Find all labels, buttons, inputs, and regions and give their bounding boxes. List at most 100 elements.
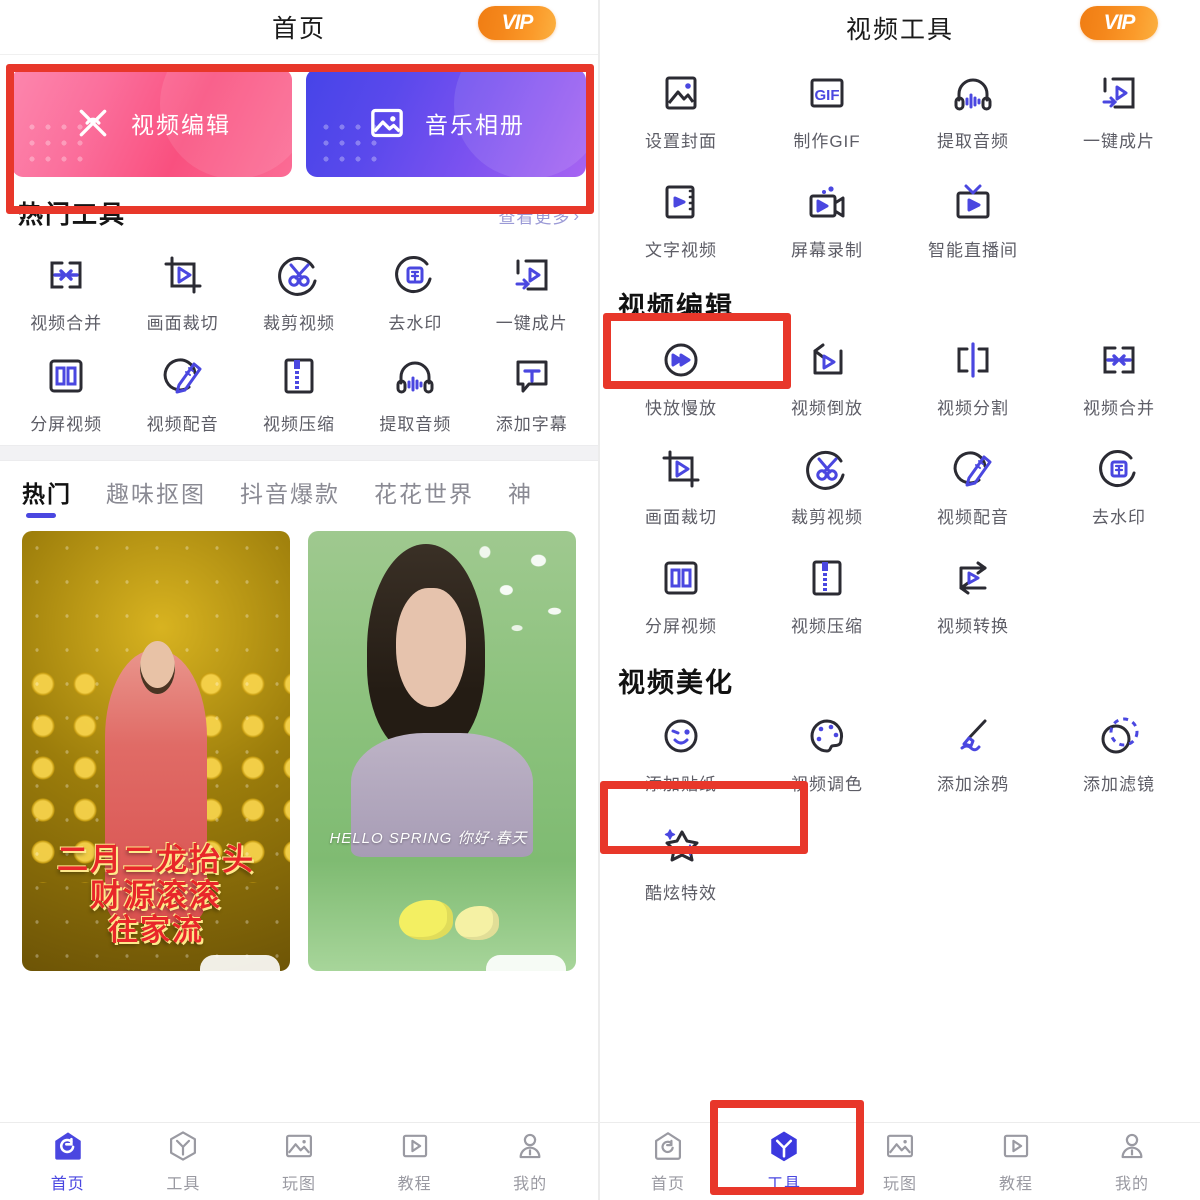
vip-badge[interactable]: VIP xyxy=(1080,6,1158,40)
group-title-video-edit: 视频编辑 xyxy=(618,292,734,322)
tool-label: 酷炫特效 xyxy=(645,884,717,903)
nav-item-tutorial[interactable]: 教程 xyxy=(970,1129,1062,1194)
section-divider xyxy=(0,445,598,461)
vip-badge[interactable]: VIP xyxy=(478,6,556,40)
tool-label: 视频合并 xyxy=(1083,399,1155,418)
tool-speed[interactable]: 快放慢放 xyxy=(608,336,754,419)
banner-music-album[interactable]: 音乐相册 xyxy=(306,69,586,177)
tool-screen-record[interactable]: 屏幕录制 xyxy=(754,178,900,261)
tool-trim-video[interactable]: 裁剪视频 xyxy=(754,445,900,528)
nav-item-tools[interactable]: 工具 xyxy=(137,1129,229,1194)
video-beautify-grid: 添加贴纸 视频调色 添加涂鸦 添加滤镜 酷炫特效 xyxy=(600,702,1200,914)
nav-label: 首页 xyxy=(50,1176,85,1193)
split-icon xyxy=(949,336,997,384)
tab-more[interactable]: 神 xyxy=(508,475,533,521)
tool-label: 提取音频 xyxy=(937,132,1009,151)
tool-one-key-film[interactable]: 一键成片 xyxy=(1046,69,1192,152)
banner-video-edit[interactable]: 视频编辑 xyxy=(12,69,292,177)
nav-item-mine[interactable]: 我的 xyxy=(1086,1129,1178,1194)
nav-item-playpic[interactable]: 玩图 xyxy=(253,1129,345,1194)
tool-label: 画面裁切 xyxy=(645,508,717,527)
play-frame-icon xyxy=(398,1129,432,1163)
tool-add-subtitle[interactable]: 添加字幕 xyxy=(474,352,590,435)
card-action-chip[interactable] xyxy=(200,955,280,971)
tool-merge-video[interactable]: 视频合并 xyxy=(1046,336,1192,419)
tool-remove-watermark[interactable]: 去水印 xyxy=(357,251,473,334)
nav-item-tools[interactable]: 工具 xyxy=(738,1129,830,1194)
nav-item-playpic[interactable]: 玩图 xyxy=(854,1129,946,1194)
tab-fun-cutout[interactable]: 趣味抠图 xyxy=(106,475,206,521)
tool-extract-audio[interactable]: 提取音频 xyxy=(357,352,473,435)
tool-label: 视频合并 xyxy=(30,314,103,333)
tool-reverse[interactable]: 视频倒放 xyxy=(754,336,900,419)
tool-label: 一键成片 xyxy=(1083,132,1155,151)
nav-label: 玩图 xyxy=(882,1176,917,1193)
nav-label: 工具 xyxy=(166,1176,201,1193)
split-screen-icon xyxy=(42,352,90,400)
tool-add-sticker[interactable]: 添加贴纸 xyxy=(608,712,754,795)
feed-card-spring[interactable]: HELLO SPRING 你好·春天 xyxy=(308,531,576,971)
tool-extract-audio[interactable]: 提取音频 xyxy=(900,69,1046,152)
tool-dubbing[interactable]: 视频配音 xyxy=(124,352,240,435)
tool-one-key-film[interactable]: 一键成片 xyxy=(474,251,590,334)
tool-text-video[interactable]: 文字视频 xyxy=(608,178,754,261)
photo-icon xyxy=(367,103,407,143)
left-phone-panel: 首页 VIP 视频编辑 音乐相册 热门工具 查看更多 › 视频合并 画面裁切 裁… xyxy=(0,0,600,1200)
tool-make-gif[interactable]: GIF 制作GIF xyxy=(754,69,900,152)
home-icon xyxy=(51,1129,85,1163)
split-screen-icon xyxy=(657,554,705,602)
tool-color-grade[interactable]: 视频调色 xyxy=(754,712,900,795)
tool-remove-watermark[interactable]: 去水印 xyxy=(1046,445,1192,528)
tool-crop-frame[interactable]: 画面裁切 xyxy=(608,445,754,528)
left-bottom-nav: 首页 工具 玩图 教程 我的 xyxy=(0,1122,598,1200)
left-app-header: 首页 VIP xyxy=(0,0,598,55)
scissors-icon xyxy=(275,251,323,299)
palette-icon xyxy=(803,712,851,760)
tab-douyin-hits[interactable]: 抖音爆款 xyxy=(240,475,340,521)
tool-set-cover[interactable]: 设置封面 xyxy=(608,69,754,152)
view-more-link[interactable]: 查看更多 › xyxy=(498,203,580,228)
tool-split-screen[interactable]: 分屏视频 xyxy=(8,352,124,435)
tool-cool-effects[interactable]: 酷炫特效 xyxy=(608,821,754,904)
tool-add-filter[interactable]: 添加滤镜 xyxy=(1046,712,1192,795)
compress-icon xyxy=(803,554,851,602)
tool-label: 画面裁切 xyxy=(146,314,219,333)
tab-flower-world[interactable]: 花花世界 xyxy=(374,475,474,521)
nav-item-home[interactable]: 首页 xyxy=(622,1129,714,1194)
tool-add-doodle[interactable]: 添加涂鸦 xyxy=(900,712,1046,795)
card-action-chip[interactable] xyxy=(486,955,566,971)
tool-smart-live-room[interactable]: 智能直播间 xyxy=(900,178,1046,261)
tool-split[interactable]: 视频分割 xyxy=(900,336,1046,419)
feed-card-gold[interactable]: 二月二龙抬头 财源滚滚 往家流 xyxy=(22,531,290,971)
banner-row: 视频编辑 音乐相册 xyxy=(0,55,598,187)
tool-dubbing[interactable]: 视频配音 xyxy=(900,445,1046,528)
tool-merge-video[interactable]: 视频合并 xyxy=(8,251,124,334)
tool-convert[interactable]: 视频转换 xyxy=(900,554,1046,637)
right-phone-panel: 视频工具 VIP 设置封面 GIF 制作GIF 提取音频 一键成片 文字视频 屏… xyxy=(600,0,1200,1200)
tools-hex-icon xyxy=(767,1129,801,1163)
watermark-icon xyxy=(391,251,439,299)
subtitle-icon xyxy=(508,352,556,400)
tool-label: 视频压缩 xyxy=(262,415,335,434)
tool-split-screen[interactable]: 分屏视频 xyxy=(608,554,754,637)
tool-label: 去水印 xyxy=(388,314,443,333)
nav-item-tutorial[interactable]: 教程 xyxy=(369,1129,461,1194)
home-icon xyxy=(651,1129,685,1163)
blossom-branch xyxy=(308,531,576,743)
tool-crop-frame[interactable]: 画面裁切 xyxy=(124,251,240,334)
nav-label: 我的 xyxy=(1114,1176,1149,1193)
bird-right xyxy=(455,906,500,941)
tool-trim-video[interactable]: 裁剪视频 xyxy=(241,251,357,334)
tool-compress[interactable]: 视频压缩 xyxy=(241,352,357,435)
nav-item-mine[interactable]: 我的 xyxy=(484,1129,576,1194)
nav-item-home[interactable]: 首页 xyxy=(22,1129,114,1194)
view-more-label: 查看更多 xyxy=(498,208,571,227)
right-app-header: 视频工具 VIP xyxy=(600,0,1200,55)
scissors-x-icon xyxy=(73,103,113,143)
merge-icon xyxy=(42,251,90,299)
tool-compress[interactable]: 视频压缩 xyxy=(754,554,900,637)
tab-hot[interactable]: 热门 xyxy=(22,475,72,521)
nav-label: 首页 xyxy=(650,1176,685,1193)
tool-label: 裁剪视频 xyxy=(262,314,335,333)
figure-head xyxy=(139,641,175,694)
